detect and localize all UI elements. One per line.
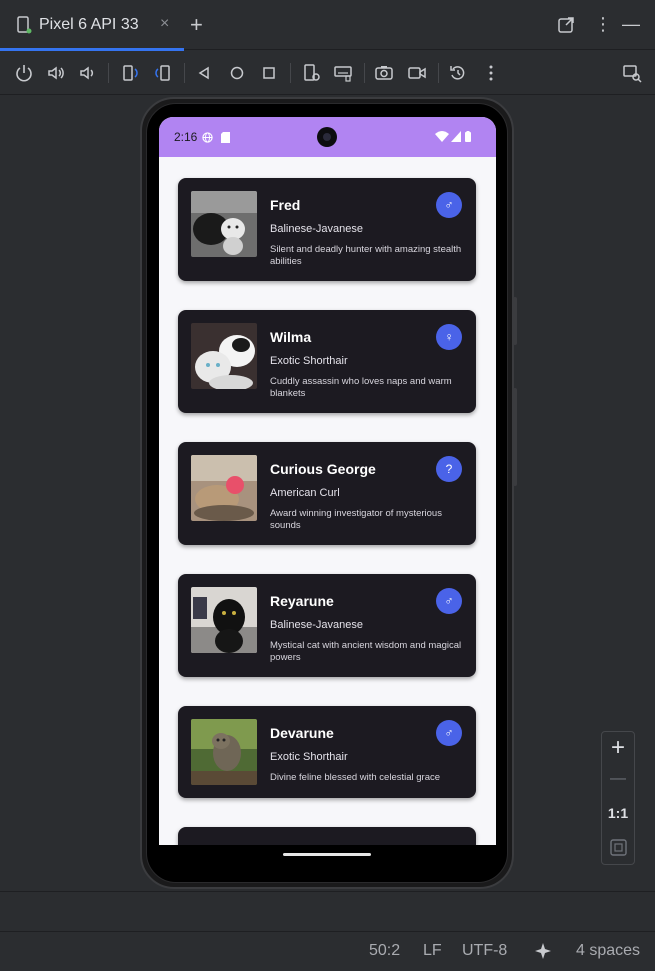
- female-icon: ♀: [436, 324, 462, 350]
- status-time: 2:16: [174, 130, 198, 144]
- volume-down-icon[interactable]: [78, 63, 98, 83]
- toolbar-divider: [184, 63, 185, 83]
- front-camera: [317, 127, 337, 147]
- wifi-icon: [435, 131, 449, 142]
- volume-side-button[interactable]: [513, 388, 517, 486]
- cat-photo: [191, 719, 257, 785]
- close-icon[interactable]: ×: [160, 15, 169, 33]
- cat-card[interactable]: Fred Balinese-Javanese Silent and deadly…: [178, 178, 476, 281]
- device-settings-icon[interactable]: [302, 63, 322, 83]
- cat-name: Reyarune: [270, 593, 334, 609]
- cat-card[interactable]: Devarune Exotic Shorthair Divine feline …: [178, 706, 476, 798]
- male-icon: ♂: [436, 588, 462, 614]
- android-status-bar: 2:16: [159, 117, 496, 157]
- cat-description: Mystical cat with ancient wisdom and mag…: [270, 640, 462, 663]
- back-icon[interactable]: [194, 63, 214, 83]
- cat-description: Award winning investigator of mysterious…: [270, 508, 442, 531]
- cat-card[interactable]: Curious George American Curl Award winni…: [178, 442, 476, 545]
- zoom-in-icon[interactable]: +: [602, 734, 634, 762]
- keyboard-icon[interactable]: [333, 63, 353, 83]
- male-icon: ♂: [436, 192, 462, 218]
- cat-card[interactable]: Reyarune Balinese-Javanese Mystical cat …: [178, 574, 476, 677]
- globe-icon: [202, 132, 213, 143]
- zoom-actual-size[interactable]: 1:1: [602, 805, 634, 821]
- male-icon: ♂: [436, 720, 462, 746]
- tab-title: Pixel 6 API 33: [39, 16, 139, 33]
- more-icon[interactable]: [481, 63, 501, 83]
- ide-status-bar: 50:2 LF UTF-8 4 spaces: [0, 931, 655, 971]
- unknown-gender-icon: ?: [436, 456, 462, 482]
- cat-description: Cuddly assassin who loves naps and warm …: [270, 376, 452, 399]
- rotate-left-icon[interactable]: [120, 63, 140, 83]
- file-encoding[interactable]: UTF-8: [462, 942, 507, 960]
- tab-device[interactable]: Pixel 6 API 33 ×: [0, 0, 184, 51]
- toolbar-divider: [108, 63, 109, 83]
- minimize-icon[interactable]: —: [622, 14, 640, 35]
- cat-card[interactable]: Wilma Exotic Shorthair Cuddly assassin w…: [178, 310, 476, 413]
- camera-icon[interactable]: [374, 63, 394, 83]
- overview-icon[interactable]: [259, 63, 279, 83]
- toolbar-divider: [364, 63, 365, 83]
- cat-photo: [191, 455, 257, 521]
- cat-breed: Exotic Shorthair: [270, 355, 348, 367]
- line-ending[interactable]: LF: [423, 942, 442, 960]
- sim-icon: [221, 132, 230, 143]
- tab-bar: Pixel 6 API 33 × + ⋮ —: [0, 0, 655, 51]
- cat-photo: [191, 191, 257, 257]
- video-icon[interactable]: [407, 63, 427, 83]
- toolbar-divider: [290, 63, 291, 83]
- cat-description: Silent and deadly hunter with amazing st…: [270, 244, 462, 267]
- cat-breed: Balinese-Javanese: [270, 619, 363, 631]
- cat-breed: Balinese-Javanese: [270, 223, 363, 235]
- volume-up-icon[interactable]: [46, 63, 66, 83]
- zoom-out-icon[interactable]: —: [602, 770, 634, 788]
- open-external-icon[interactable]: [557, 16, 575, 34]
- android-nav-bar: [159, 845, 496, 865]
- gesture-handle[interactable]: [283, 853, 371, 856]
- lower-panel: [0, 891, 655, 931]
- inspect-icon[interactable]: [622, 63, 642, 83]
- signal-icon: [451, 131, 461, 142]
- home-icon[interactable]: [227, 63, 247, 83]
- cat-photo: [191, 587, 257, 653]
- device-icon: [17, 16, 32, 34]
- cat-name: Devarune: [270, 725, 334, 741]
- ai-assistant-icon[interactable]: [534, 942, 552, 960]
- cat-description: Divine feline blessed with celestial gra…: [270, 772, 441, 783]
- cat-breed: American Curl: [270, 487, 340, 499]
- cat-name: Wilma: [270, 329, 312, 345]
- indent-setting[interactable]: 4 spaces: [576, 942, 640, 960]
- toolbar-divider: [438, 63, 439, 83]
- phone-screen: 2:16 Fred Balinese-Javanese Silent and d…: [159, 117, 496, 865]
- caret-position[interactable]: 50:2: [369, 942, 400, 960]
- battery-icon: [465, 131, 471, 142]
- add-tab-icon[interactable]: +: [190, 12, 203, 38]
- cat-photo: [191, 323, 257, 389]
- cat-name: Fred: [270, 197, 301, 213]
- zoom-controls: + — 1:1: [601, 731, 635, 865]
- rotate-right-icon[interactable]: [153, 63, 173, 83]
- more-vert-icon[interactable]: ⋮: [594, 14, 612, 35]
- power-icon[interactable]: [14, 63, 34, 83]
- snapshot-icon[interactable]: [448, 63, 468, 83]
- cat-breed: Exotic Shorthair: [270, 751, 348, 763]
- power-side-button[interactable]: [513, 297, 517, 345]
- cat-name: Curious George: [270, 461, 376, 477]
- emulator-toolbar: [0, 51, 655, 95]
- fit-screen-icon[interactable]: [610, 839, 627, 856]
